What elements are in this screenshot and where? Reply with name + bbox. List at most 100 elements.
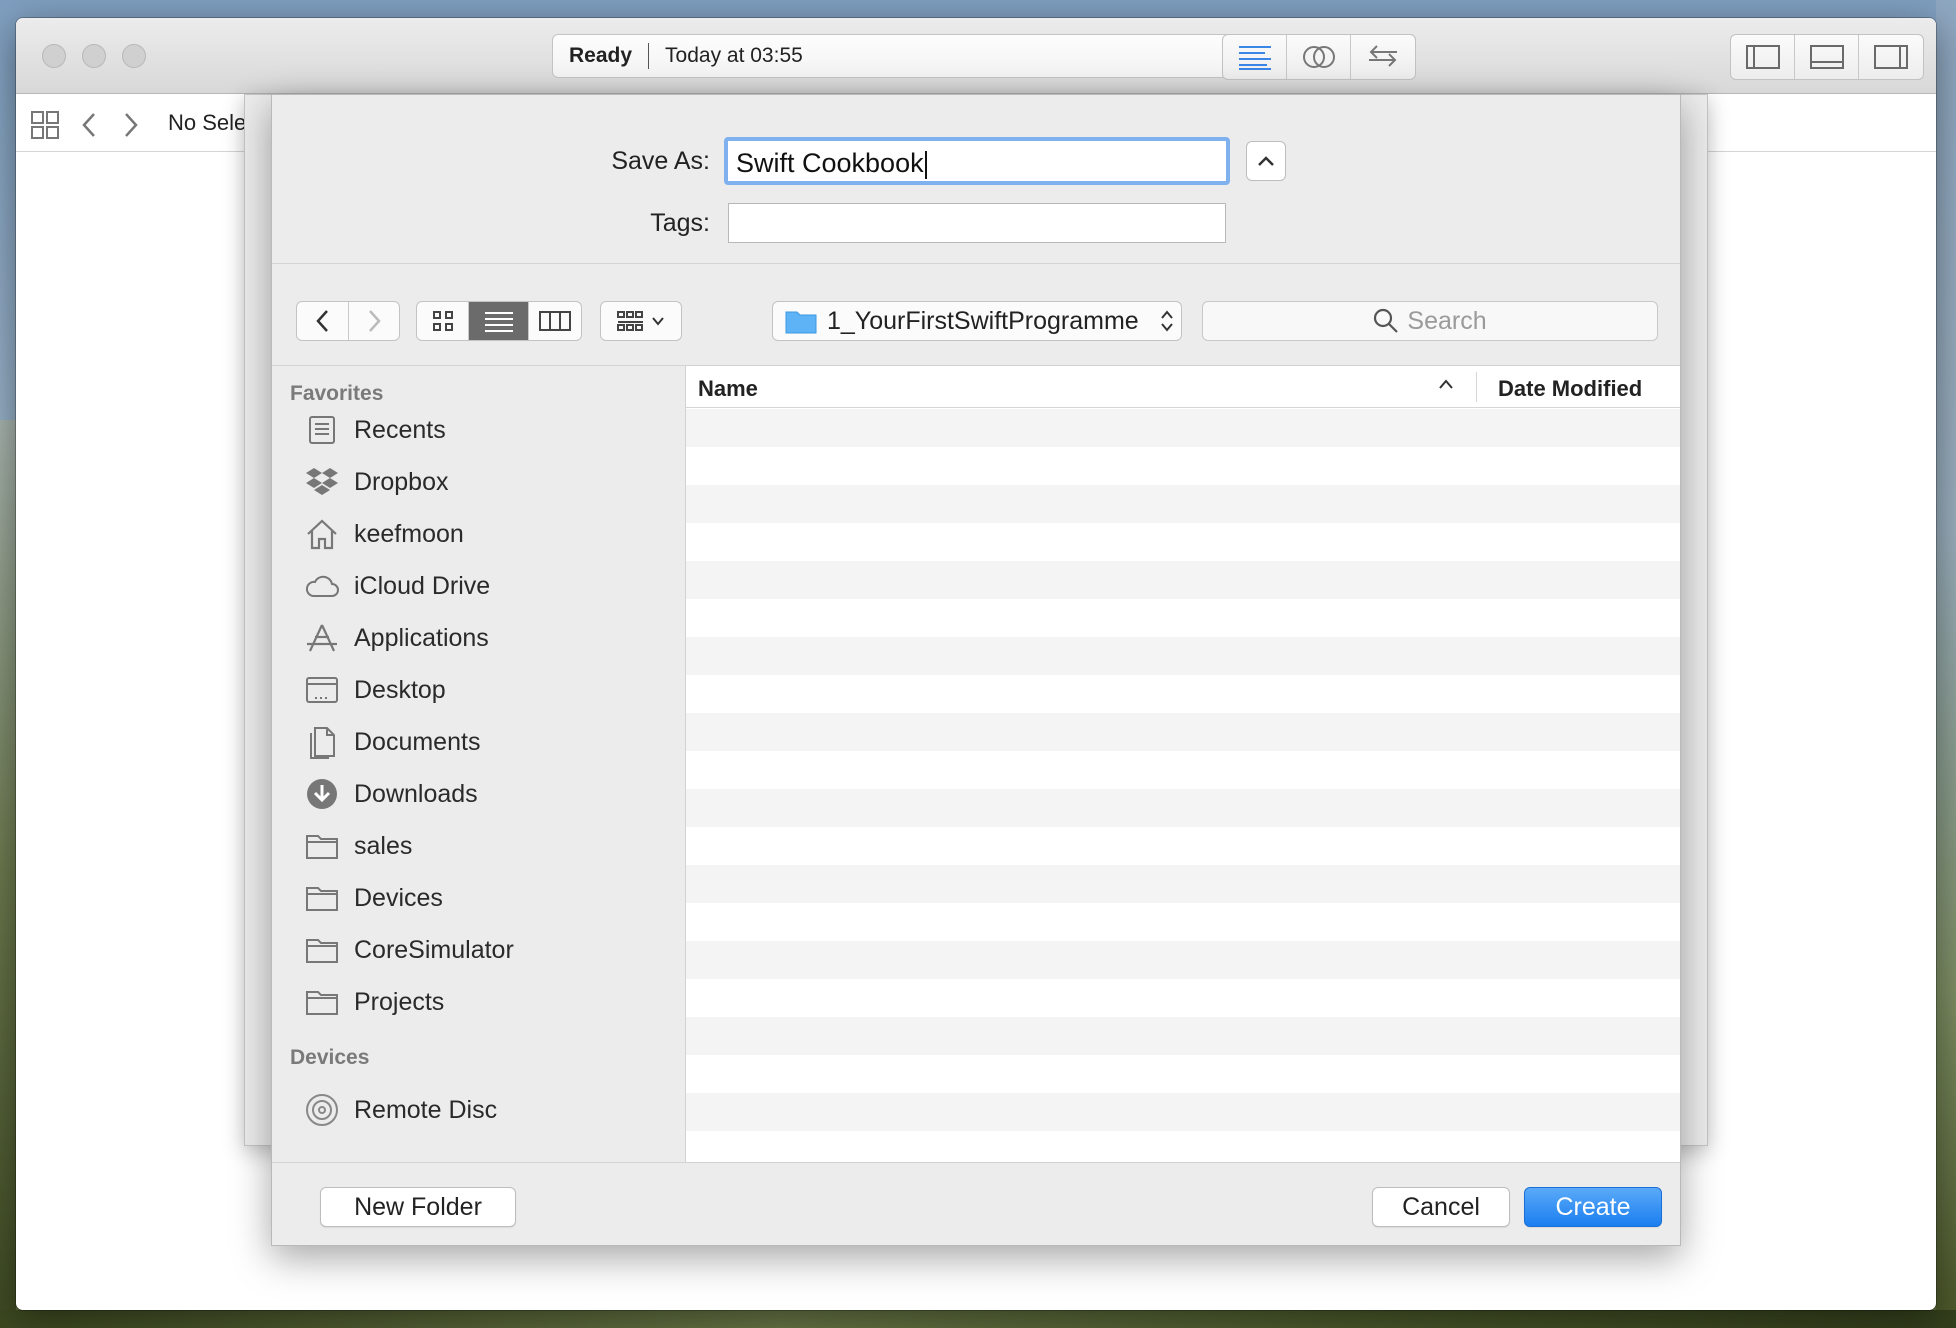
activity-time: Today at 03:55 (665, 44, 803, 67)
sidebar-item-devices-folder[interactable]: Devices (304, 878, 674, 918)
home-icon (304, 516, 340, 552)
version-editor-icon (1369, 45, 1397, 67)
forward-button[interactable] (349, 302, 399, 340)
sidebar-item-downloads[interactable]: Downloads (304, 774, 674, 814)
sidebar-item-dropbox[interactable]: Dropbox (304, 462, 674, 502)
date-modified-column-header[interactable]: Date Modified (1498, 376, 1642, 402)
sidebar-item-label: keefmoon (354, 519, 464, 548)
sidebar-item-label: Recents (354, 415, 446, 444)
desktop-wallpaper-left (0, 420, 16, 1328)
file-list-rows[interactable] (686, 409, 1680, 1162)
applications-icon (304, 620, 340, 656)
toggle-debug-area-button[interactable] (1795, 35, 1859, 79)
activity-separator (648, 43, 650, 69)
sidebar-item-label: iCloud Drive (354, 571, 491, 600)
search-icon (1374, 308, 1399, 333)
sidebar-item-label: Projects (354, 987, 445, 1016)
footer-divider (272, 1162, 1680, 1163)
sidebar-item-label: Documents (354, 727, 481, 756)
column-view-icon (539, 311, 571, 331)
sidebar-item-home[interactable]: keefmoon (304, 514, 674, 554)
sidebar-item-coresimulator[interactable]: CoreSimulator (304, 930, 674, 970)
utilities-panel-icon (1874, 45, 1908, 69)
history-nav-group (296, 301, 400, 341)
folder-icon (304, 828, 340, 864)
folder-icon (304, 984, 340, 1020)
sidebar-item-label: Applications (354, 623, 489, 652)
related-items-icon[interactable] (30, 110, 60, 140)
icon-view-icon (432, 311, 453, 331)
folder-icon (785, 311, 817, 334)
create-button[interactable]: Create (1524, 1187, 1662, 1227)
view-mode-group (416, 301, 582, 341)
sidebar-item-label: CoreSimulator (354, 935, 514, 964)
tags-label: Tags: (650, 209, 710, 237)
activity-status: Ready (569, 44, 633, 67)
standard-editor-button[interactable] (1223, 35, 1287, 79)
sidebar-item-documents[interactable]: Documents (304, 722, 674, 762)
file-list: Name Date Modified (686, 366, 1680, 1162)
save-as-value: Swift Cookbook (736, 148, 924, 178)
assistant-editor-button[interactable] (1287, 35, 1351, 79)
zoom-window-button[interactable] (122, 44, 146, 68)
editor-mode-group (1222, 34, 1416, 80)
sidebar-item-sales[interactable]: sales (304, 826, 674, 866)
save-dialog: Save As: Swift Cookbook Tags: 1_YourFirs… (271, 94, 1681, 1246)
name-column-header[interactable]: Name (698, 376, 758, 402)
sidebar-header-devices: Devices (290, 1046, 370, 1069)
column-separator[interactable] (1476, 372, 1477, 402)
cancel-button[interactable]: Cancel (1372, 1187, 1510, 1227)
sidebar-item-label: Dropbox (354, 467, 449, 496)
save-as-label: Save As: (611, 147, 710, 175)
list-view-button[interactable] (469, 302, 529, 340)
recents-icon (304, 412, 340, 448)
list-view-icon (484, 312, 513, 332)
sidebar: Favorites Recents Dropbox keefmoon iClou… (272, 366, 686, 1162)
group-by-popup[interactable] (600, 301, 682, 341)
standard-editor-icon (1238, 46, 1271, 70)
column-view-button[interactable] (529, 302, 581, 340)
group-grid-icon (617, 311, 643, 331)
jumpbar-selection: No Sele (168, 110, 247, 135)
sidebar-item-icloud[interactable]: iCloud Drive (304, 566, 674, 606)
toggle-navigator-button[interactable] (1731, 35, 1795, 79)
collapse-dialog-button[interactable] (1246, 141, 1286, 181)
location-label: 1_YourFirstSwiftProgramme (827, 306, 1139, 335)
search-input[interactable]: Search (1202, 301, 1658, 341)
sidebar-item-label: sales (354, 831, 413, 860)
sidebar-item-label: Remote Disc (354, 1095, 498, 1124)
sidebar-item-projects[interactable]: Projects (304, 982, 674, 1022)
save-as-input[interactable]: Swift Cookbook (724, 137, 1230, 185)
desktop-icon (304, 672, 340, 708)
jumpbar-forward-icon[interactable] (120, 110, 142, 140)
navigator-panel-icon (1745, 45, 1780, 69)
sidebar-item-label: Downloads (354, 779, 478, 808)
location-popup[interactable]: 1_YourFirstSwiftProgramme (772, 301, 1182, 341)
documents-icon (304, 724, 340, 760)
toggle-utilities-button[interactable] (1859, 35, 1923, 79)
sidebar-item-remote-disc[interactable]: Remote Disc (304, 1090, 674, 1130)
icon-view-button[interactable] (417, 302, 469, 340)
jumpbar-back-icon[interactable] (78, 110, 100, 140)
new-folder-button[interactable]: New Folder (320, 1187, 516, 1227)
debug-panel-icon (1809, 45, 1844, 69)
group-by-button[interactable] (601, 302, 681, 340)
minimize-window-button[interactable] (82, 44, 106, 68)
dialog-divider (272, 263, 1680, 264)
chevron-right-icon (369, 310, 381, 332)
window-titlebar: Ready Today at 03:55 (16, 18, 1936, 94)
close-window-button[interactable] (42, 44, 66, 68)
chevron-down-icon (652, 317, 664, 326)
sidebar-item-applications[interactable]: Applications (304, 618, 674, 658)
back-button[interactable] (297, 302, 349, 340)
sidebar-item-desktop[interactable]: Desktop (304, 670, 674, 710)
sidebar-item-recents[interactable]: Recents (304, 410, 674, 450)
sidebar-item-label: Devices (354, 883, 443, 912)
dropbox-icon (304, 464, 340, 500)
version-editor-button[interactable] (1351, 35, 1415, 79)
tags-input[interactable] (728, 203, 1226, 243)
downloads-icon (304, 776, 340, 812)
text-caret (924, 150, 927, 179)
sidebar-header-favorites: Favorites (290, 382, 384, 405)
view-toggle-group (1730, 34, 1924, 80)
